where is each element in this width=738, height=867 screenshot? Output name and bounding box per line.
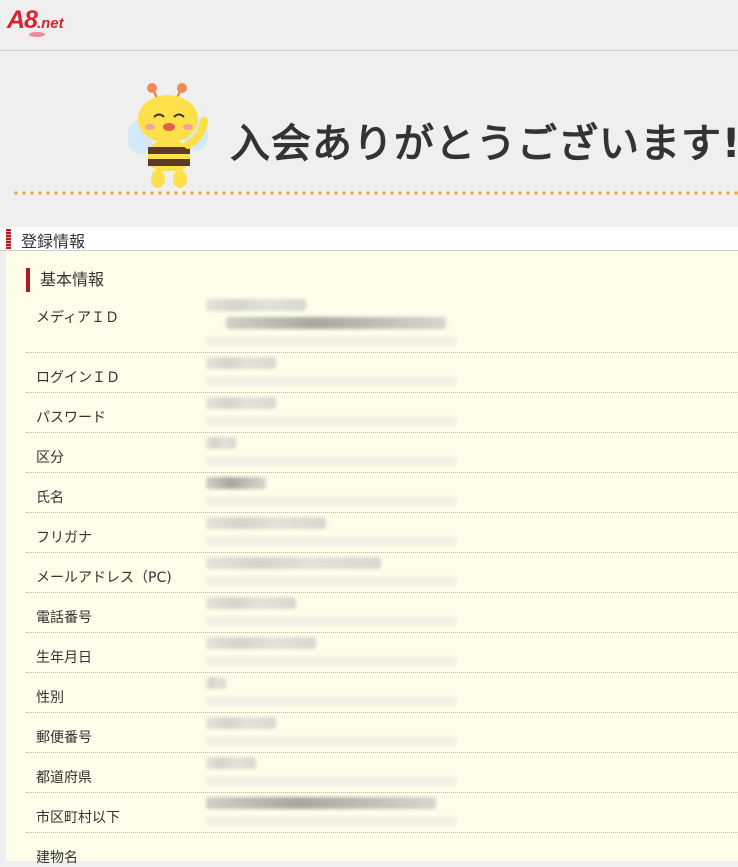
field-label: 区分 — [36, 450, 64, 466]
field-label: 郵便番号 — [36, 730, 92, 746]
redacted-value — [206, 797, 436, 809]
info-row-birthdate: 生年月日 — [26, 633, 738, 673]
redacted-value — [226, 317, 446, 329]
welcome-message: 入会ありがとうございます! — [230, 121, 738, 167]
field-label: ログインＩＤ — [36, 370, 120, 386]
redacted-value — [206, 817, 456, 825]
field-label: 氏名 — [36, 490, 64, 506]
field-label: 建物名 — [36, 850, 78, 866]
redacted-value — [206, 577, 456, 585]
info-row-category: 区分 — [26, 433, 738, 473]
redacted-value — [206, 537, 456, 545]
field-label: メールアドレス（PC) — [36, 570, 172, 586]
a8net-logo[interactable]: A8.net — [7, 6, 64, 37]
redacted-value — [206, 357, 276, 369]
info-row-gender: 性別 — [26, 673, 738, 713]
info-row-password: パスワード — [26, 393, 738, 433]
redacted-value — [206, 457, 456, 465]
redacted-value — [206, 597, 296, 609]
info-row-login-id: ログインＩＤ — [26, 353, 738, 393]
redacted-value — [206, 477, 266, 489]
info-row-prefecture: 都道府県 — [26, 753, 738, 793]
section-header: 登録情報 — [0, 227, 738, 251]
redacted-value — [206, 697, 456, 705]
field-label: フリガナ — [36, 530, 92, 546]
registration-panel: 基本情報 メディアＩＤ ログインＩＤ パスワード 区分 氏名 フリガナ メールア… — [6, 251, 738, 866]
redacted-value — [206, 637, 316, 649]
section-title: 登録情報 — [21, 232, 86, 251]
redacted-value — [206, 777, 456, 785]
info-row-postal-code: 郵便番号 — [26, 713, 738, 753]
redacted-value — [206, 657, 456, 665]
redacted-value — [206, 757, 256, 769]
redacted-value — [206, 517, 326, 529]
field-label: 市区町村以下 — [36, 810, 120, 826]
field-label: 都道府県 — [36, 770, 92, 786]
field-label: 性別 — [36, 690, 64, 706]
logo-swoosh — [29, 32, 45, 37]
info-row-phone: 電話番号 — [26, 593, 738, 633]
redacted-value — [206, 737, 456, 745]
redacted-value — [206, 437, 236, 449]
welcome-banner: 入会ありがとうございます! — [0, 51, 738, 226]
redacted-value — [206, 397, 276, 409]
top-bar: A8.net — [0, 0, 738, 51]
dotted-divider — [12, 191, 738, 195]
section-marker — [6, 229, 11, 249]
info-row-building: 建物名 — [26, 833, 738, 866]
redacted-value — [206, 617, 456, 625]
redacted-value — [206, 557, 381, 569]
field-label: 生年月日 — [36, 650, 92, 666]
redacted-value — [206, 377, 456, 385]
info-row-email-pc: メールアドレス（PC) — [26, 553, 738, 593]
bee-mascot-icon — [128, 83, 208, 188]
redacted-value — [206, 717, 276, 729]
redacted-value — [206, 677, 226, 689]
info-row-name: 氏名 — [26, 473, 738, 513]
redacted-value — [206, 417, 456, 425]
info-row-address: 市区町村以下 — [26, 793, 738, 833]
logo-main-text: A8 — [7, 6, 38, 34]
field-label: メディアＩＤ — [36, 310, 120, 326]
subsection-title: 基本情報 — [26, 268, 104, 292]
redacted-value — [206, 497, 456, 505]
logo-suffix-text: .net — [36, 15, 64, 32]
field-label: パスワード — [36, 410, 106, 426]
redacted-value — [206, 337, 456, 345]
field-label: 電話番号 — [36, 610, 92, 626]
redacted-value — [206, 299, 306, 311]
info-row-media-id: メディアＩＤ — [26, 293, 738, 353]
info-row-furigana: フリガナ — [26, 513, 738, 553]
